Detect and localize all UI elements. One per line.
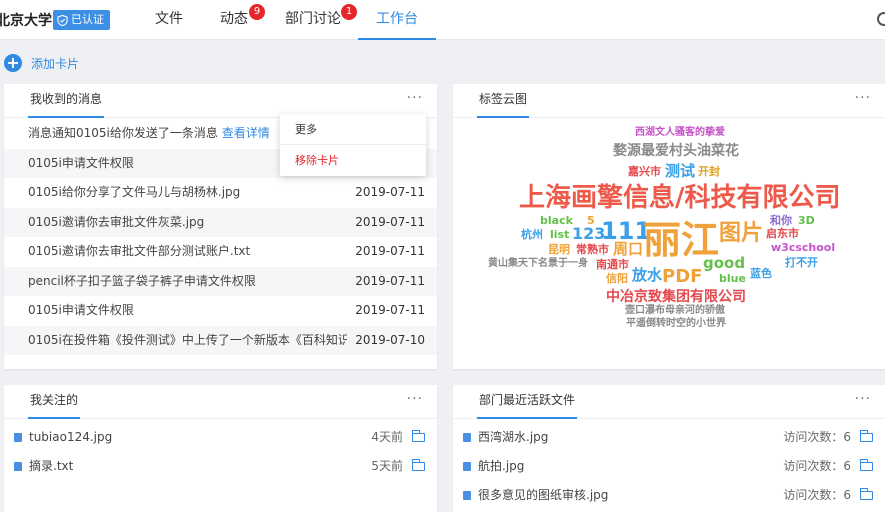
tag[interactable]: 放水 [632, 268, 662, 283]
tag[interactable]: blue [719, 273, 746, 284]
tag[interactable]: 周口 [613, 242, 643, 257]
folder-icon[interactable] [411, 430, 425, 442]
tag[interactable]: good [703, 256, 745, 271]
file-icon [14, 462, 22, 471]
file-row[interactable]: tubiao124.jpg 4天前 [4, 423, 437, 452]
message-row[interactable]: 0105i在投件箱《投件测试》中上传了一个新版本《百科知识=.txt》2019-… [4, 325, 437, 355]
file-icon [463, 433, 471, 442]
view-details-link[interactable]: 查看详情 [222, 126, 270, 140]
plus-icon: + [4, 54, 22, 72]
card-title: 部门最近活跃文件 [477, 385, 578, 419]
tag[interactable]: 婺源最爱村头油菜花 [613, 144, 739, 158]
more-options-icon[interactable]: ··· [855, 90, 871, 106]
more-options-icon[interactable]: ··· [407, 391, 423, 407]
tag[interactable]: 信阳 [606, 273, 628, 284]
file-row[interactable]: 航拍.jpg 访问次数：6 [453, 452, 885, 481]
card-header: 我关注的 ··· [4, 385, 437, 419]
card-title: 我收到的消息 [28, 84, 105, 118]
message-row[interactable]: 0105i邀请你去审批文件部分测试账户.txt 2019-07-11 [4, 237, 437, 267]
tag[interactable]: 杭州 [521, 229, 543, 240]
more-options-icon[interactable]: ··· [407, 90, 423, 106]
tag[interactable]: 嘉兴市 [628, 166, 661, 177]
card-title: 标签云图 [477, 84, 530, 118]
tag[interactable]: 启东市 [766, 228, 799, 239]
menu-item-remove-card[interactable]: 移除卡片 [280, 145, 426, 176]
card-header: 标签云图 ··· [453, 84, 885, 118]
tag[interactable]: w3cschool [771, 242, 835, 253]
message-row[interactable]: pencil杯子扣子篮子袋子裤子申请文件权限 2019-07-11 [4, 266, 437, 296]
tag[interactable]: 昆明 [548, 244, 570, 255]
message-row[interactable]: 0105i申请文件权限 2019-07-11 [4, 296, 437, 326]
shield-check-icon [57, 14, 68, 26]
tab-workbench[interactable]: 工作台 [358, 0, 436, 40]
tag[interactable]: PDF [662, 268, 702, 286]
tag[interactable]: 蓝色 [750, 268, 772, 279]
tag[interactable]: 3D [798, 215, 815, 226]
tag[interactable]: list [550, 229, 569, 240]
tag[interactable]: 上海画擎信息/科技有限公司 [519, 185, 841, 211]
folder-icon[interactable] [859, 488, 873, 500]
card-title: 我关注的 [28, 385, 81, 419]
tag[interactable]: 常熟市 [576, 244, 609, 255]
top-bar: 北京大学 已认证 文件 动态 9 部门讨论 1 工作台 [0, 0, 885, 40]
folder-icon[interactable] [859, 430, 873, 442]
tag[interactable]: 南通市 [596, 259, 629, 270]
verified-label: 已认证 [71, 13, 104, 26]
card-options-menu: 更多 移除卡片 [280, 114, 426, 176]
discussion-count-badge: 1 [341, 4, 357, 20]
tag-cloud: 西湖文人骚客的挚爱 婺源最爱村头油菜花 嘉兴市 测试 开封 上海画擎信息/科技有… [453, 118, 885, 369]
tag[interactable]: black [540, 215, 573, 226]
tag[interactable]: 西湖文人骚客的挚爱 [635, 128, 725, 138]
file-icon [463, 462, 471, 471]
tag[interactable]: 开封 [698, 166, 720, 177]
folder-icon[interactable] [859, 459, 873, 471]
tab-department-discussion[interactable]: 部门讨论 [285, 0, 341, 40]
folder-icon[interactable] [411, 459, 425, 471]
tag[interactable]: 壶口瀑布母亲河的骄傲 [625, 306, 725, 316]
file-row[interactable]: 摘录.txt 5天前 [4, 452, 437, 481]
tag[interactable]: 图片 [719, 223, 763, 245]
verified-badge: 已认证 [53, 10, 110, 30]
card-header: 我收到的消息 ··· [4, 84, 437, 118]
tag[interactable]: 打不开 [785, 257, 818, 268]
tag[interactable]: 和你 [770, 215, 792, 226]
file-row[interactable]: 西湾湖水.jpg 访问次数：6 [453, 423, 885, 452]
file-row[interactable]: 很多意见的图纸审核.jpg 访问次数：6 [453, 481, 885, 510]
add-card-label: 添加卡片 [31, 56, 80, 71]
tag[interactable]: 中冶京致集团有限公司 [606, 290, 746, 304]
more-options-icon[interactable]: ··· [855, 391, 871, 407]
tag[interactable]: 黄山集天下名景于一身 [488, 259, 588, 269]
menu-item-more[interactable]: 更多 [280, 114, 426, 145]
search-icon[interactable] [877, 12, 885, 26]
following-card: 我关注的 ··· tubiao124.jpg 4天前 摘录.txt 5天前 [4, 385, 437, 512]
activity-count-badge: 9 [249, 4, 265, 20]
file-icon [463, 491, 471, 500]
tag-cloud-card: 标签云图 ··· 西湖文人骚客的挚爱 婺源最爱村头油菜花 嘉兴市 测试 开封 上… [453, 84, 885, 369]
add-card-button[interactable]: + 添加卡片 [4, 54, 79, 72]
recent-files-card: 部门最近活跃文件 ··· 西湾湖水.jpg 访问次数：6 航拍.jpg 访问次数… [453, 385, 885, 512]
message-row[interactable]: 0105i邀请你去审批文件灰菜.jpg 2019-07-11 [4, 207, 437, 237]
card-header: 部门最近活跃文件 ··· [453, 385, 885, 419]
tab-activity[interactable]: 动态 [220, 0, 248, 40]
tag[interactable]: 测试 [665, 164, 695, 179]
tag[interactable]: 平遥倒转时空的小世界 [626, 319, 726, 329]
tab-files[interactable]: 文件 [155, 0, 183, 40]
org-name: 北京大学 [0, 13, 52, 29]
file-icon [14, 433, 22, 442]
message-row[interactable]: 0105i给你分享了文件马儿与胡杨林.jpg 2019-07-11 [4, 178, 437, 208]
